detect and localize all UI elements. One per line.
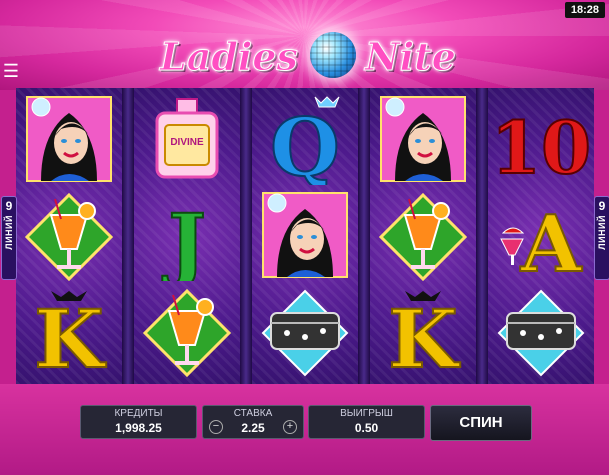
perfume-label: DIVINE xyxy=(170,137,204,148)
ten-number: 10 xyxy=(493,105,589,185)
win-label: ВЫИГРЫШ xyxy=(340,408,393,419)
cocktail-symbol xyxy=(19,188,119,282)
king-letter: K xyxy=(34,292,106,377)
reel-separator xyxy=(240,88,252,384)
menu-icon[interactable]: ☰ xyxy=(2,62,20,80)
king-symbol: K xyxy=(19,284,119,378)
queen-letter: Q xyxy=(270,100,340,185)
credits-panel: КРЕДИТЫ 1,998.25 xyxy=(80,405,197,439)
jack-symbol: J xyxy=(137,188,237,282)
clock: 18:28 xyxy=(564,2,605,18)
logo-right-word: Nite xyxy=(365,34,457,80)
queen-symbol: Q xyxy=(255,92,355,186)
bet-decrease-button[interactable]: − xyxy=(209,420,223,434)
jack-letter: J xyxy=(162,196,206,281)
cocktail-symbol xyxy=(373,188,473,282)
purse-symbol xyxy=(491,284,591,378)
spin-button[interactable]: СПИН xyxy=(430,405,532,441)
ace-letter: A xyxy=(520,199,583,281)
win-value: 0.50 xyxy=(354,421,379,435)
lady-symbol xyxy=(255,188,355,282)
reel-1: K xyxy=(16,88,122,384)
credits-label: КРЕДИТЫ xyxy=(114,408,163,419)
bet-panel: СТАВКА 2.25 − + xyxy=(202,405,304,439)
reel-4: K xyxy=(370,88,476,384)
bet-label: СТАВКА xyxy=(233,408,273,419)
reel-separator xyxy=(476,88,488,384)
reel-separator xyxy=(122,88,134,384)
reel-separator xyxy=(358,88,370,384)
perfume-symbol: DIVINE xyxy=(137,92,237,186)
paylines-count: 9 xyxy=(598,199,606,213)
reel-2: DIVINE J xyxy=(134,88,240,384)
reel-area: K DIVINE J Q K 10 A xyxy=(16,88,594,384)
win-panel: ВЫИГРЫШ 0.50 xyxy=(308,405,425,439)
paylines-word: ЛИНИЙ xyxy=(4,215,14,250)
paylines-word: ЛИНИЙ xyxy=(597,215,607,250)
reel-5: 10 A xyxy=(488,88,594,384)
bet-increase-button[interactable]: + xyxy=(283,420,297,434)
ace-symbol: A xyxy=(491,188,591,282)
game-logo: Ladies Nite xyxy=(150,30,470,85)
ten-symbol: 10 xyxy=(491,92,591,186)
paylines-indicator-right: 9 ЛИНИЙ xyxy=(594,196,609,280)
paylines-count: 9 xyxy=(5,199,13,213)
disco-ball-icon xyxy=(310,32,356,78)
purse-symbol xyxy=(255,284,355,378)
reel-3: Q xyxy=(252,88,358,384)
lady-symbol xyxy=(19,92,119,186)
king-letter: K xyxy=(388,292,460,377)
credits-value: 1,998.25 xyxy=(115,421,162,435)
logo-left-word: Ladies xyxy=(160,34,299,80)
king-symbol: K xyxy=(373,284,473,378)
cocktail-symbol xyxy=(137,284,237,378)
lady-symbol xyxy=(373,92,473,186)
paylines-indicator-left: 9 ЛИНИЙ xyxy=(1,196,17,280)
